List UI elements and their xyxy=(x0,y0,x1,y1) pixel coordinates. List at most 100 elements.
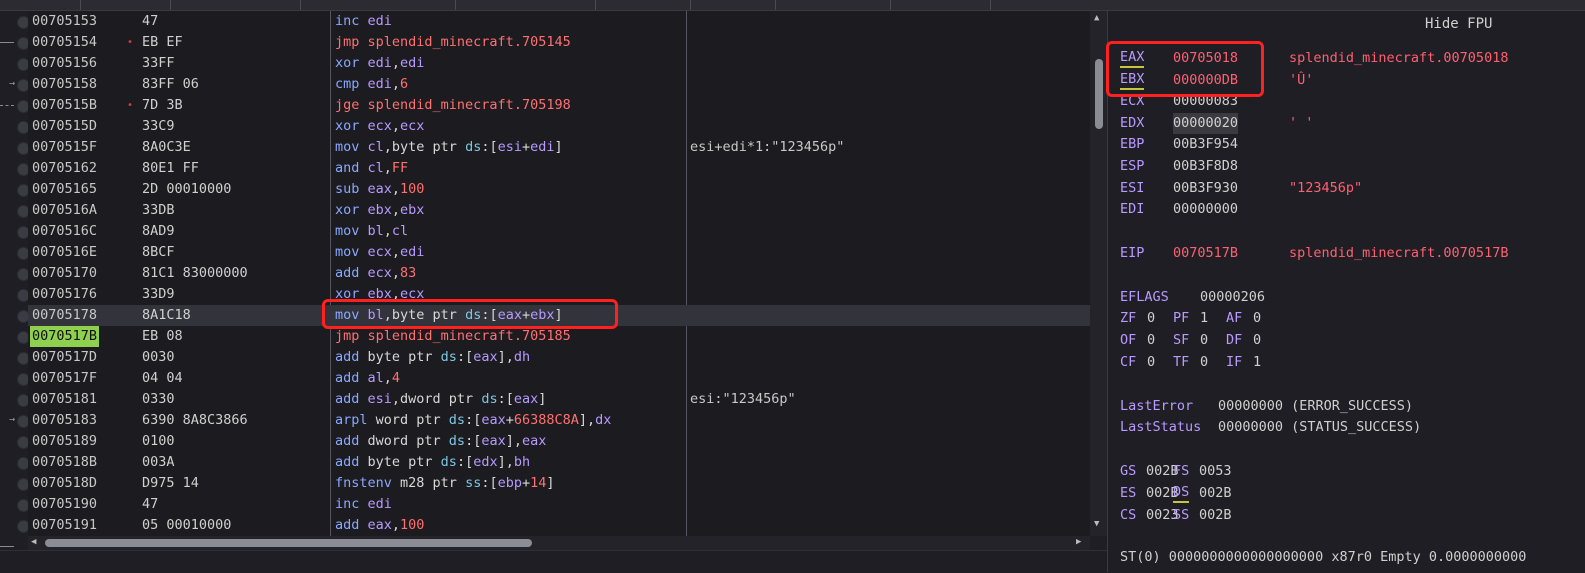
breakpoint-gutter[interactable]: → → xyxy=(0,11,30,547)
disassembly-view[interactable]: 00705153 47 inc edi 00705154 • EB EF jmp splen… xyxy=(28,11,1090,536)
flag-value[interactable]: 0 xyxy=(1147,352,1155,373)
bytes-cell: 47 xyxy=(142,496,159,512)
segment-value[interactable]: 002B xyxy=(1199,483,1232,504)
disasm-row[interactable]: 0070515F 8A0C3E mov cl,byte ptr ds:[esi+ed… xyxy=(28,137,1090,158)
register-row-laststatus[interactable]: LastStatus 00000000 (STATUS_SUCCESS) xyxy=(1120,417,1580,438)
register-row-ebp[interactable]: EBP 00B3F954 xyxy=(1120,134,1580,155)
register-value[interactable]: 00B3F930 xyxy=(1173,178,1238,199)
register-row-eflags[interactable]: EFLAGS 00000206 xyxy=(1120,287,1580,308)
operand: + xyxy=(521,139,531,155)
disasm-row[interactable]: 00705165 2D 00010000 sub eax,100 xyxy=(28,179,1090,200)
flag-name: IF xyxy=(1226,354,1243,370)
operand: edi xyxy=(367,55,392,71)
disasm-row[interactable]: 0070516C 8AD9 mov bl,cl xyxy=(28,221,1090,242)
vertical-scrollbar[interactable]: ▲ ▼ xyxy=(1090,11,1107,536)
instruction-cell: jmp splendid_minecraft.705145 xyxy=(335,32,571,53)
disasm-row[interactable]: 00705162 80E1 FF and cl,FF xyxy=(28,158,1090,179)
bytes-cell: D975 14 xyxy=(142,475,199,491)
disasm-row[interactable]: 00705181 0330 add esi,dword ptr ds:[eax] es… xyxy=(28,389,1090,410)
flag-value[interactable]: 1 xyxy=(1200,308,1208,329)
operand: 100 xyxy=(400,517,425,533)
segment-name: DS xyxy=(1173,483,1190,503)
operand: , xyxy=(383,370,392,386)
register-row-edi[interactable]: EDI 00000000 xyxy=(1120,199,1580,220)
disasm-row[interactable]: 0070516E 8BCF mov ecx,edi xyxy=(28,242,1090,263)
flag-value[interactable]: 0 xyxy=(1253,330,1261,351)
instruction-cell: add esi,dword ptr ds:[eax] xyxy=(335,389,546,410)
mnemonic: jge xyxy=(335,97,368,113)
disasm-row[interactable]: 0070518B 003A add byte ptr ds:[edx],bh xyxy=(28,452,1090,473)
register-row-lasterror[interactable]: LastError 00000000 (ERROR_SUCCESS) xyxy=(1120,396,1580,417)
register-value[interactable]: 00B3F8D8 xyxy=(1173,156,1238,177)
address-cell: 0070517F xyxy=(32,370,98,386)
flag-value[interactable]: 0 xyxy=(1200,330,1208,351)
instruction-cell: add byte ptr ds:[edx],bh xyxy=(335,452,530,473)
disasm-row[interactable]: 00705153 47 inc edi xyxy=(28,11,1090,32)
register-row-esi[interactable]: ESI 00B3F930 "123456p" xyxy=(1120,178,1580,199)
flag-name: ZF xyxy=(1120,310,1137,326)
address-cell: 00705162 xyxy=(32,160,98,176)
operand: eax xyxy=(367,517,392,533)
disasm-row[interactable]: 00705189 0100 add dword ptr ds:[eax],eax xyxy=(28,431,1090,452)
disasm-row[interactable]: 0070517D 0030 add byte ptr ds:[eax],dh xyxy=(28,347,1090,368)
flag-value[interactable]: 0 xyxy=(1147,330,1155,351)
operand: m28 ptr xyxy=(400,475,466,491)
register-value[interactable]: 00000000 (ERROR_SUCCESS) xyxy=(1218,396,1413,417)
register-value[interactable]: 00B3F954 xyxy=(1173,134,1238,155)
segment-value[interactable]: 002B xyxy=(1199,505,1232,526)
operand: :[ xyxy=(465,412,482,428)
fpu-st0-row[interactable]: ST(0) 0000000000000000000 x87r0 Empty 0.… xyxy=(1120,549,1526,565)
operand: , xyxy=(383,160,392,176)
disasm-row[interactable]: 00705183 6390 8A8C3866 arpl word ptr ds:[e… xyxy=(28,410,1090,431)
operand: ebx xyxy=(400,202,425,218)
disasm-row[interactable]: 00705154 • EB EF jmp splendid_minecraft.705… xyxy=(28,32,1090,53)
address-cell: 00705191 xyxy=(32,517,98,533)
hide-fpu-button[interactable]: Hide FPU xyxy=(1425,16,1492,32)
scroll-right-icon[interactable]: ▶ xyxy=(1076,537,1081,547)
disasm-row[interactable]: 0070515D 33C9 xor ecx,ecx xyxy=(28,116,1090,137)
operand: , xyxy=(391,118,401,134)
disasm-row[interactable]: 0070516A 33DB xor ebx,ebx xyxy=(28,200,1090,221)
mnemonic: add xyxy=(335,517,368,533)
disasm-row[interactable]: 00705156 33FF xor edi,edi xyxy=(28,53,1090,74)
register-row-esp[interactable]: ESP 00B3F8D8 xyxy=(1120,156,1580,177)
disasm-row[interactable]: 0070517B EB 08 jmp splendid_minecraft.7051… xyxy=(28,326,1090,347)
register-name: ESP xyxy=(1120,158,1145,174)
operand: 66388C8A xyxy=(513,412,579,428)
mnemonic: add xyxy=(335,349,368,365)
disasm-row[interactable]: 00705191 05 00010000 add eax,100 xyxy=(28,515,1090,536)
register-value[interactable]: 00000020 xyxy=(1173,112,1239,134)
flag-value[interactable]: 0 xyxy=(1200,352,1208,373)
disasm-row[interactable]: 0070517F 04 04 add al,4 xyxy=(28,368,1090,389)
scroll-down-icon[interactable]: ▼ xyxy=(1094,519,1099,529)
operand: ] xyxy=(538,391,547,407)
disasm-row[interactable]: 0070515B • 7D 3B jge splendid_minecraft.705… xyxy=(28,95,1090,116)
bytes-cell: 04 04 xyxy=(142,370,183,386)
flag-value[interactable]: 0 xyxy=(1253,308,1261,329)
segment-value[interactable]: 0053 xyxy=(1199,461,1232,482)
operand: ds xyxy=(448,433,466,449)
mnemonic: sub xyxy=(335,181,368,197)
register-value[interactable]: 0070517B xyxy=(1173,243,1238,264)
operand: ss xyxy=(465,475,482,491)
register-value[interactable]: 00000000 (STATUS_SUCCESS) xyxy=(1218,417,1421,438)
disasm-row[interactable]: 00705170 81C1 83000000 add ecx,83 xyxy=(28,263,1090,284)
horizontal-scroll-thumb[interactable] xyxy=(45,539,532,547)
flag-value[interactable]: 1 xyxy=(1253,352,1261,373)
disasm-row[interactable]: 00705158 83FF 06 cmp edi,6 xyxy=(28,74,1090,95)
disasm-row[interactable]: 0070518D D975 14 fnstenv m28 ptr ss:[ebp+1… xyxy=(28,473,1090,494)
register-row-edx[interactable]: EDX 00000020 ' ' xyxy=(1120,112,1580,134)
flag-value[interactable]: 0 xyxy=(1147,308,1155,329)
register-value[interactable]: 00000000 xyxy=(1173,199,1238,220)
vertical-scroll-thumb[interactable] xyxy=(1095,59,1103,129)
register-value[interactable]: 00000206 xyxy=(1200,287,1265,308)
address-cell: 00705153 xyxy=(32,13,98,29)
flag-name: OF xyxy=(1120,332,1137,348)
register-row-eip[interactable]: EIP 0070517B splendid_minecraft.0070517B xyxy=(1120,243,1580,264)
horizontal-scrollbar[interactable]: ◀ ▶ xyxy=(28,536,1090,550)
scroll-left-icon[interactable]: ◀ xyxy=(31,537,36,547)
disasm-row[interactable]: 00705190 47 inc edi xyxy=(28,494,1090,515)
scroll-up-icon[interactable]: ▲ xyxy=(1094,13,1099,23)
address-cell: 00705156 xyxy=(32,55,98,71)
operand: dx xyxy=(595,412,612,428)
